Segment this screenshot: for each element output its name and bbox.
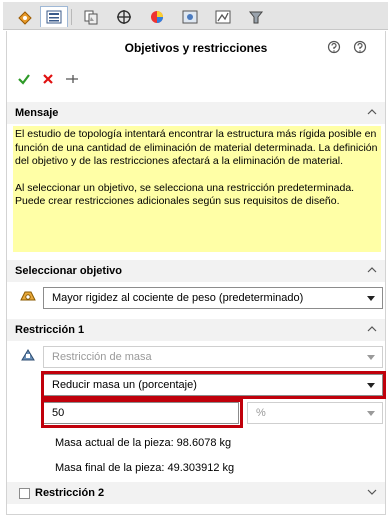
property-manager-panel: Objetivos y restricciones Mensaje El est… bbox=[6, 31, 386, 515]
constraint1-heading: Restricción 1 bbox=[15, 324, 85, 336]
chevron-up-icon[interactable] bbox=[367, 325, 377, 333]
tab-separator bbox=[71, 9, 72, 25]
tab-dimxpert-manager[interactable] bbox=[110, 6, 138, 27]
dropdown-arrow-icon bbox=[367, 355, 375, 360]
tab-topology-manager[interactable] bbox=[242, 6, 270, 27]
help-question-icon[interactable] bbox=[327, 40, 341, 54]
objective-icon bbox=[20, 291, 36, 301]
constraint2-checkbox[interactable] bbox=[19, 488, 30, 499]
tab-property-manager[interactable] bbox=[40, 6, 68, 27]
tab-feature-manager[interactable] bbox=[11, 6, 39, 27]
feature-manager-icon bbox=[18, 10, 32, 25]
objective-section-header[interactable]: Seleccionar objetivo bbox=[7, 260, 385, 282]
tab-configuration-manager[interactable] bbox=[77, 6, 105, 27]
final-mass-text: Masa final de la pieza: 49.303912 kg bbox=[55, 462, 235, 474]
ok-check-icon[interactable] bbox=[17, 72, 31, 86]
cam-icon bbox=[182, 10, 198, 23]
dropdown-arrow-icon bbox=[367, 296, 375, 301]
constraint-icon bbox=[21, 349, 35, 361]
configuration-manager-icon bbox=[84, 10, 98, 24]
display-manager-icon bbox=[151, 10, 163, 23]
manager-tab-bar bbox=[3, 2, 388, 30]
tab-camera-manager[interactable] bbox=[209, 6, 237, 27]
cancel-x-icon[interactable] bbox=[41, 72, 55, 86]
unit-value: % bbox=[256, 407, 266, 419]
topology-icon bbox=[248, 11, 264, 23]
objective-selected-value: Mayor rigidez al cociente de peso (prede… bbox=[52, 292, 304, 304]
constraint2-section-header[interactable]: Restricción 2 bbox=[7, 482, 385, 504]
message-box: El estudio de topología intentará encont… bbox=[13, 126, 381, 252]
chevron-down-icon[interactable] bbox=[367, 488, 377, 496]
objective-heading: Seleccionar objetivo bbox=[15, 265, 122, 277]
highlight-mode-box bbox=[41, 371, 386, 399]
current-mass-text: Masa actual de la pieza: 98.6078 kg bbox=[55, 437, 232, 449]
chevron-up-icon[interactable] bbox=[367, 266, 377, 274]
unit-select[interactable]: % bbox=[247, 402, 383, 424]
help-circle-icon[interactable] bbox=[353, 40, 367, 54]
message-heading: Mensaje bbox=[15, 107, 59, 119]
tab-display-manager[interactable] bbox=[143, 6, 171, 27]
dropdown-arrow-icon bbox=[367, 411, 375, 416]
constraint-type-select[interactable]: Restricción de masa bbox=[43, 346, 383, 368]
dimxpert-icon bbox=[117, 9, 131, 24]
message-section-header[interactable]: Mensaje bbox=[7, 102, 385, 124]
constraint1-section-header[interactable]: Restricción 1 bbox=[7, 319, 385, 341]
objective-select[interactable]: Mayor rigidez al cociente de peso (prede… bbox=[43, 287, 383, 309]
action-row bbox=[17, 69, 79, 89]
camera-icon bbox=[215, 10, 231, 23]
constraint2-heading: Restricción 2 bbox=[35, 487, 105, 499]
constraint-type-value: Restricción de masa bbox=[52, 351, 152, 363]
chevron-up-icon[interactable] bbox=[367, 108, 377, 116]
tab-cam-manager[interactable] bbox=[176, 6, 204, 27]
message-paragraph-1: El estudio de topología intentará encont… bbox=[15, 128, 378, 168]
pin-icon[interactable] bbox=[65, 72, 79, 86]
property-manager-icon bbox=[46, 10, 62, 24]
highlight-value-box bbox=[41, 399, 243, 428]
message-paragraph-2: Al seleccionar un objetivo, se seleccion… bbox=[15, 181, 355, 208]
